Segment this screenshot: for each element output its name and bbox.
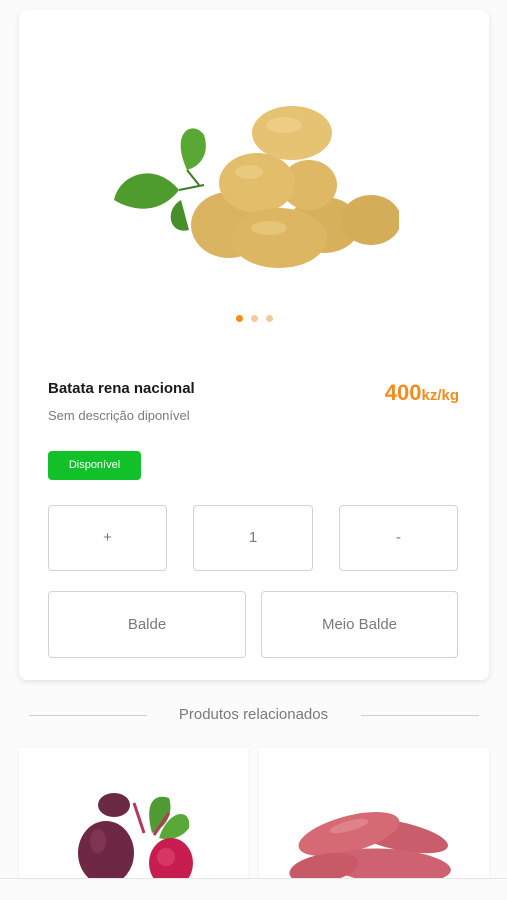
carousel-dot[interactable] (250, 315, 258, 322)
product-page: Batata rena nacional 400kz/kg Sem descri… (0, 0, 507, 900)
increase-quantity-button[interactable]: + (48, 505, 167, 571)
availability-badge: Disponível (48, 451, 141, 480)
potatoes-image (114, 106, 399, 268)
related-product-card[interactable] (19, 748, 248, 888)
meio-balde-option-button[interactable]: Meio Balde (261, 591, 458, 658)
carousel-indicator[interactable] (19, 315, 489, 322)
price-unit: kz/kg (421, 387, 459, 404)
product-description: Sem descrição diponível (48, 408, 190, 423)
price-amount: 400 (384, 380, 422, 405)
carousel-dot[interactable] (235, 315, 243, 322)
bottom-bar (0, 878, 507, 900)
related-product-card[interactable] (259, 748, 489, 888)
carousel-dot[interactable] (265, 315, 273, 322)
product-card: Batata rena nacional 400kz/kg Sem descri… (19, 10, 489, 680)
leaf-icon (114, 128, 206, 231)
balde-option-button[interactable]: Balde (48, 591, 246, 658)
beetroot-image (78, 793, 193, 888)
divider (361, 715, 479, 716)
sweet-potato-image (289, 812, 451, 884)
decrease-quantity-button[interactable]: - (339, 505, 458, 571)
product-price: 400kz/kg (385, 380, 459, 406)
quantity-field[interactable]: 1 (193, 505, 313, 571)
product-title: Batata rena nacional (48, 380, 195, 397)
